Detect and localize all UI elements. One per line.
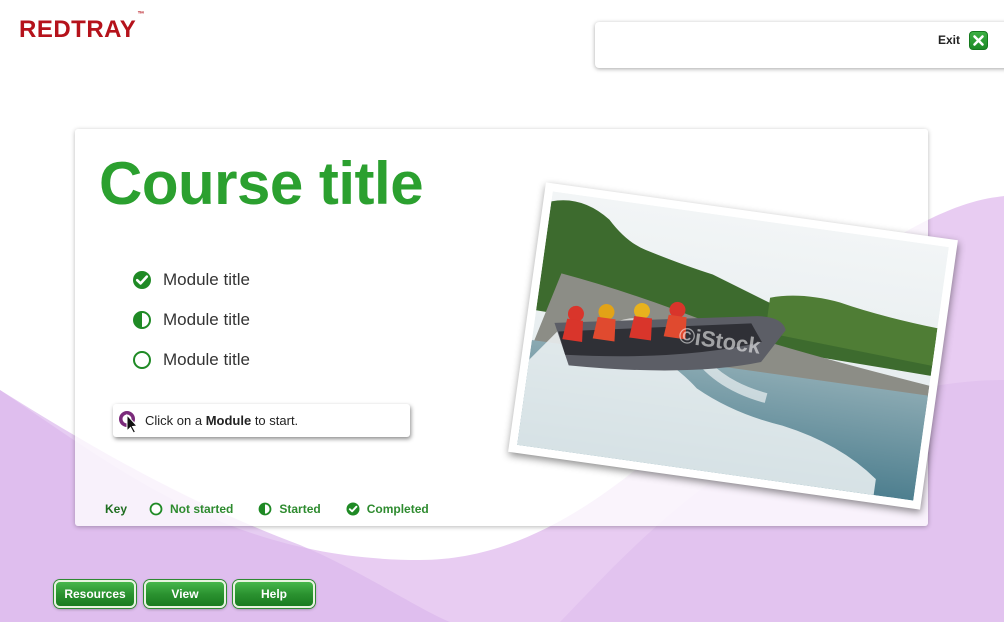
resources-button[interactable]: Resources [54,580,136,608]
module-title-label: Module title [163,270,250,289]
status-key: Key Not started Started Completed [105,501,454,517]
module-title-label: Module title [163,350,250,369]
not-started-circle-icon [149,502,163,516]
key-label: Key [105,502,128,516]
exit-button[interactable] [969,31,988,50]
key-started-label: Started [279,502,321,516]
brand-logo: REDTRAY™ [19,11,145,44]
module-item-2[interactable]: Module title [132,307,250,333]
close-icon [973,35,984,46]
completed-check-icon [133,271,151,289]
header-bar: Exit [595,22,1004,68]
module-title-label: Module title [163,310,250,329]
module-item-1[interactable]: Module title [132,267,250,293]
completed-check-icon [346,502,360,516]
instruction-tooltip: Click on a Module to start. [113,404,410,437]
instruction-bold: Module [205,413,252,428]
trademark-mark: ™ [137,11,145,18]
course-title: Course title [99,150,424,217]
key-completed-label: Completed [366,502,429,516]
started-half-circle-icon [133,311,151,329]
view-button[interactable]: View [144,580,226,608]
help-button[interactable]: Help [233,580,315,608]
course-photo: ©iStock [508,182,958,510]
pointer-icon [119,411,139,433]
not-started-circle-icon [133,351,151,369]
instruction-prefix: Click on a [145,413,206,428]
instruction-text: Click on a Module to start. [145,413,298,428]
module-item-3[interactable]: Module title [132,347,250,373]
instruction-suffix: to start. [251,413,299,428]
exit-label: Exit [938,33,961,47]
started-half-circle-icon [258,502,272,516]
brand-logo-text: REDTRAY [19,16,137,43]
rafting-photo-image: ©iStock [517,191,949,501]
key-not-started-label: Not started [170,502,234,516]
